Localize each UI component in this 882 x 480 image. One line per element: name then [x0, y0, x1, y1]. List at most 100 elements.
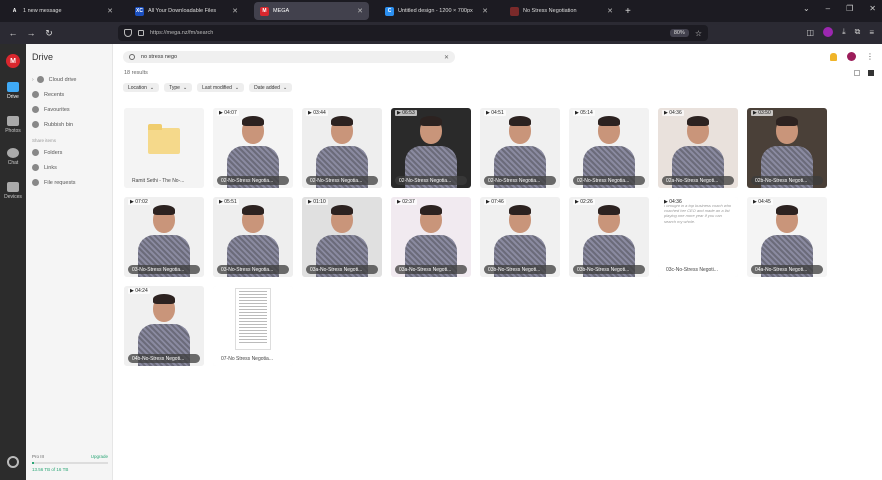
- rail-item-devices[interactable]: Devices: [0, 182, 26, 200]
- shield-icon[interactable]: [124, 29, 132, 37]
- file-card[interactable]: ▶ 04:36 02a-No-Stress Negoti...: [658, 108, 738, 188]
- browser-tab[interactable]: M MEGA ✕: [254, 2, 369, 20]
- clear-search-icon[interactable]: ✕: [444, 54, 449, 61]
- clock-icon: [32, 91, 39, 98]
- lock-icon[interactable]: [138, 30, 144, 36]
- filter-chip[interactable]: Location ⌄: [123, 83, 160, 92]
- minimize-icon[interactable]: –: [826, 4, 830, 13]
- file-card[interactable]: ▶ 04:24 04b-No-Stress Negoti...: [124, 286, 204, 366]
- reload-icon[interactable]: ↻: [42, 28, 56, 39]
- sidebar-item-cloud-drive[interactable]: › Cloud drive: [32, 76, 77, 83]
- file-name: 04b-No-Stress Negoti...: [128, 354, 200, 363]
- sidebar-item-favourites[interactable]: Favourites: [32, 106, 70, 113]
- transfer-status-icon[interactable]: [7, 456, 19, 468]
- file-card[interactable]: ▶ 04:45 04a-No-Stress Negoti...: [747, 197, 827, 277]
- file-card[interactable]: I brought in a top business coach who co…: [658, 197, 738, 277]
- video-duration: ▶ 05:14: [573, 110, 595, 116]
- file-card[interactable]: ▶ 04:51 02-No-Stress Negotia...: [480, 108, 560, 188]
- view-toggle: [854, 70, 874, 76]
- mega-logo[interactable]: M: [6, 54, 20, 68]
- pocket-icon[interactable]: ◫: [807, 28, 815, 37]
- file-card[interactable]: ▶ 06:53 02-No-Stress Negotia...: [391, 108, 471, 188]
- heart-icon: [32, 106, 39, 113]
- file-card[interactable]: ▶ 03:50 02b-No-Stress Negoti...: [747, 108, 827, 188]
- back-icon[interactable]: ←: [6, 28, 20, 38]
- storage-used: 13.56 TB of 16 TB: [32, 467, 69, 472]
- search-input[interactable]: no stress nego: [141, 54, 444, 60]
- file-name: 02-No-Stress Negotia...: [306, 176, 378, 185]
- file-name: 02-No-Stress Negotia...: [484, 176, 556, 185]
- browser-tab[interactable]: XC All Your Downloadable Files ✕: [129, 2, 244, 20]
- folder-card[interactable]: Ramit Sethi - The No-...: [124, 108, 204, 188]
- file-card[interactable]: ▶ 05:14 02-No-Stress Negotia...: [569, 108, 649, 188]
- search-bar[interactable]: no stress nego ✕: [123, 51, 455, 63]
- rail-item-photos[interactable]: Photos: [0, 116, 26, 134]
- tab-title: Untitled design - 1200 × 700px: [398, 8, 473, 14]
- sidebar-item-file-requests[interactable]: File requests: [32, 179, 76, 186]
- account-icon[interactable]: [823, 27, 834, 37]
- menu-icon[interactable]: ≡: [869, 28, 874, 37]
- tab-list-icon[interactable]: ⌄: [803, 4, 810, 13]
- list-view-icon[interactable]: [854, 70, 860, 76]
- link-icon: [32, 164, 39, 171]
- file-card[interactable]: ▶ 07:46 03b-No-Stress Negoti...: [480, 197, 560, 277]
- drive-sidebar: Drive › Cloud drive Recents Favourites R…: [26, 44, 113, 480]
- filter-chip[interactable]: Last modified ⌄: [197, 83, 245, 92]
- sidebar-item-folders[interactable]: Folders: [32, 149, 62, 156]
- sidebar-item-rubbish-bin[interactable]: Rubbish bin: [32, 121, 73, 128]
- file-card[interactable]: ▶ 02:26 03b-No-Stress Negoti...: [569, 197, 649, 277]
- video-duration: ▶ 02:37: [395, 199, 417, 205]
- video-duration: ▶ 05:51: [217, 199, 239, 205]
- tab-close-icon[interactable]: ✕: [607, 7, 613, 15]
- file-card[interactable]: ▶ 01:10 03a-No-Stress Negoti...: [302, 197, 382, 277]
- upgrade-link[interactable]: Upgrade: [91, 454, 108, 459]
- zoom-level[interactable]: 80%: [669, 29, 689, 37]
- notification-bell-icon[interactable]: [830, 52, 837, 61]
- grid-view-icon[interactable]: [868, 70, 874, 76]
- tab-close-icon[interactable]: ✕: [482, 7, 488, 15]
- browser-tab[interactable]: A 1 new message ✕: [4, 2, 119, 20]
- window-controls: ⌄ – ❐ ✕: [803, 4, 876, 13]
- file-card[interactable]: ▶ 02:37 03a-No-Stress Negoti...: [391, 197, 471, 277]
- browser-nav-bar: ← → ↻ https://mega.nz/fm/search 80% ☆ ◫ …: [0, 22, 882, 44]
- video-duration: ▶ 04:07: [217, 110, 239, 116]
- url-text[interactable]: https://mega.nz/fm/search: [150, 30, 670, 36]
- rail-item-chat[interactable]: Chat: [0, 148, 26, 166]
- new-tab-button[interactable]: +: [619, 6, 637, 17]
- file-card[interactable]: 07-No Stress Negotia...: [213, 286, 293, 366]
- video-duration: ▶ 04:51: [484, 110, 506, 116]
- file-card[interactable]: ▶ 07:02 03-No-Stress Negotia...: [124, 197, 204, 277]
- tab-close-icon[interactable]: ✕: [357, 7, 363, 15]
- filter-chip[interactable]: Type ⌄: [164, 83, 193, 92]
- filter-chip[interactable]: Date added ⌄: [249, 83, 293, 92]
- chevron-down-icon: ⌄: [149, 84, 155, 91]
- file-name: 03a-No-Stress Negoti...: [306, 265, 378, 274]
- rail-item-drive[interactable]: Drive: [0, 82, 26, 100]
- browser-tab[interactable]: No Stress Negotiation ✕: [504, 2, 619, 20]
- address-bar[interactable]: https://mega.nz/fm/search 80% ☆: [118, 25, 708, 41]
- chevron-right-icon[interactable]: ›: [32, 77, 34, 83]
- sidebar-item-recents[interactable]: Recents: [32, 91, 64, 98]
- user-avatar[interactable]: [847, 52, 856, 61]
- maximize-icon[interactable]: ❐: [846, 4, 853, 13]
- sidebar-item-links[interactable]: Links: [32, 164, 57, 171]
- bookmark-star-icon[interactable]: ☆: [695, 29, 702, 38]
- tab-close-icon[interactable]: ✕: [232, 7, 238, 15]
- tab-close-icon[interactable]: ✕: [107, 7, 113, 15]
- more-options-icon[interactable]: ⋮: [866, 52, 874, 61]
- file-card[interactable]: ▶ 03:44 02-No-Stress Negotia...: [302, 108, 382, 188]
- chevron-down-icon: ⌄: [282, 84, 288, 91]
- tab-favicon: [510, 6, 519, 16]
- devices-icon: [7, 182, 19, 192]
- close-window-icon[interactable]: ✕: [869, 4, 876, 13]
- file-card[interactable]: ▶ 04:07 02-No-Stress Negotia...: [213, 108, 293, 188]
- forward-icon[interactable]: →: [24, 28, 38, 38]
- chevron-down-icon: ⌄: [234, 84, 240, 91]
- tab-favicon: C: [385, 6, 394, 16]
- top-right-actions: ⋮: [830, 52, 874, 61]
- browser-tab[interactable]: C Untitled design - 1200 × 700px ✕: [379, 2, 494, 20]
- extensions-icon[interactable]: ⧉: [855, 27, 861, 37]
- downloads-icon[interactable]: ⤓: [842, 27, 846, 37]
- file-card[interactable]: ▶ 05:51 03-No-Stress Negotia...: [213, 197, 293, 277]
- storage-meter: Pro III Upgrade 13.56 TB of 16 TB: [32, 454, 108, 472]
